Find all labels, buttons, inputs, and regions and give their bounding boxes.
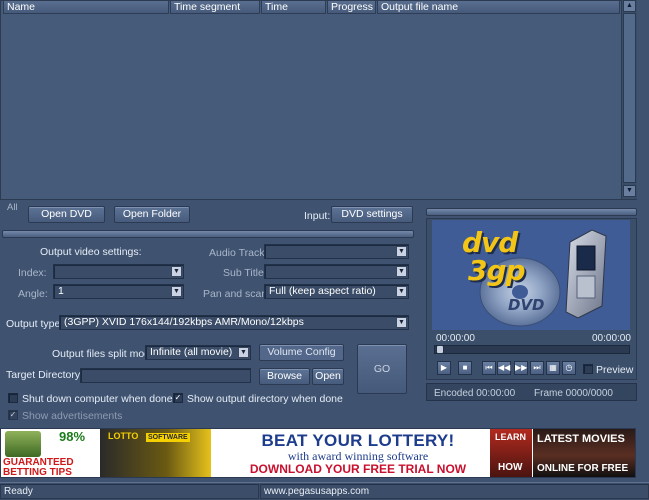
skip-start-icon[interactable]: ⏮: [482, 361, 496, 375]
ad-learn-line2: HOW: [498, 462, 523, 473]
go-button[interactable]: GO: [357, 344, 407, 394]
snapshot-icon[interactable]: ▦: [546, 361, 560, 375]
ad-lotto-software: SOFTWARE: [146, 433, 190, 442]
index-label: Index:: [18, 267, 47, 279]
ad-movies-line2: ONLINE FOR FREE: [537, 463, 629, 474]
angle-label: Angle:: [18, 288, 48, 300]
input-label: Input:: [304, 210, 331, 222]
chevron-down-icon[interactable]: ▼: [396, 266, 407, 277]
chevron-down-icon[interactable]: ▼: [171, 266, 182, 277]
show-output-dir-checkbox[interactable]: ✓: [173, 393, 183, 403]
seek-handle[interactable]: [436, 345, 444, 354]
frame-counter: Frame 0000/0000: [534, 388, 613, 399]
ad-betting-image: [5, 431, 41, 457]
stop-icon[interactable]: ■: [458, 361, 472, 375]
ad-betting-percent: 98%: [59, 429, 86, 444]
all-label: All: [7, 202, 18, 213]
target-directory-label: Target Directory:: [6, 369, 84, 381]
angle-select[interactable]: 1 ▼: [53, 284, 184, 299]
ad-lotto-brand: LOTTO: [108, 431, 139, 441]
clock-icon[interactable]: ◷: [562, 361, 576, 375]
column-header-time-segment[interactable]: Time segment: [170, 1, 260, 14]
output-type-label: Output type:: [6, 318, 64, 330]
open-directory-button[interactable]: Open: [312, 368, 344, 385]
fast-forward-icon[interactable]: ▶▶: [514, 361, 528, 375]
ad-betting-line2: BETTING TIPS: [3, 467, 72, 478]
skip-end-icon[interactable]: ⏭: [530, 361, 544, 375]
disc-label: DVD: [508, 296, 545, 314]
show-ads-label[interactable]: Show advertisements: [22, 410, 122, 422]
scroll-down-icon[interactable]: ▼: [623, 185, 636, 197]
audio-track-select[interactable]: ▼: [264, 244, 409, 259]
shutdown-checkbox[interactable]: [8, 393, 18, 403]
rewind-icon[interactable]: ◀◀: [497, 361, 511, 375]
status-bar: Ready www.pegasusapps.com: [0, 482, 649, 500]
output-video-settings-label: Output video settings:: [40, 246, 142, 258]
ad-lottery-headline: BEAT YOUR LOTTERY!: [261, 431, 455, 450]
shutdown-label[interactable]: Shut down computer when done: [22, 393, 173, 405]
preview-time-end: 00:00:00: [592, 333, 631, 344]
pan-scan-label: Pan and scan:: [203, 288, 271, 300]
browse-button[interactable]: Browse: [259, 368, 310, 385]
ad-movies-line1: LATEST MOVIES: [537, 433, 625, 445]
status-text: Ready: [0, 484, 259, 499]
chevron-down-icon[interactable]: ▼: [396, 317, 407, 328]
output-type-select[interactable]: (3GPP) XVID 176x144/192kbps AMR/Mono/12k…: [59, 315, 409, 330]
ad-betting-tips[interactable]: 98% GUARANTEED BETTING TIPS: [1, 429, 99, 477]
logo-3gp-text: 3gp: [468, 254, 526, 287]
preview-time-start: 00:00:00: [436, 333, 475, 344]
play-icon[interactable]: ▶: [437, 361, 451, 375]
column-header-progress[interactable]: Progress: [327, 1, 376, 14]
ad-learn-line1: LEARN: [495, 432, 526, 442]
pan-scan-select[interactable]: Full (keep aspect ratio) ▼: [264, 284, 409, 299]
ad-latest-movies[interactable]: LATEST MOVIES ONLINE FOR FREE: [533, 429, 635, 477]
chevron-down-icon[interactable]: ▼: [396, 286, 407, 297]
ad-learn-how[interactable]: LEARN HOW: [490, 429, 532, 477]
split-mode-select[interactable]: Infinite (all movie) ▼: [145, 345, 251, 360]
status-url[interactable]: www.pegasusapps.com: [260, 484, 649, 499]
target-directory-input[interactable]: [80, 368, 251, 383]
chevron-down-icon[interactable]: ▼: [238, 347, 249, 358]
chevron-down-icon[interactable]: ▼: [396, 246, 407, 257]
subtitle-select[interactable]: ▼: [264, 264, 409, 279]
preview-checkbox[interactable]: [583, 364, 593, 374]
column-header-output-file-name[interactable]: Output file name: [377, 1, 620, 14]
seek-bar[interactable]: [434, 345, 630, 354]
column-header-name[interactable]: Name: [3, 1, 169, 14]
scroll-up-icon[interactable]: ▲: [623, 0, 636, 12]
scroll-thumb[interactable]: [623, 13, 636, 183]
show-output-dir-label[interactable]: Show output directory when done: [187, 393, 343, 405]
dvd-settings-button[interactable]: DVD settings: [331, 206, 413, 223]
open-folder-button[interactable]: Open Folder: [114, 206, 190, 223]
file-list[interactable]: Name Time segment Time Progress Output f…: [0, 0, 637, 200]
preview-panel-header: [426, 208, 637, 216]
open-dvd-button[interactable]: Open DVD: [28, 206, 105, 223]
show-ads-checkbox[interactable]: ✓: [8, 410, 18, 420]
preview-label[interactable]: Preview: [596, 364, 633, 376]
subtitle-label: Sub Title:: [223, 267, 267, 279]
split-mode-label: Output files split mode:: [52, 348, 159, 360]
ad-banner[interactable]: 98% GUARANTEED BETTING TIPS LOTTO SOFTWA…: [0, 428, 636, 478]
chevron-down-icon[interactable]: ▼: [171, 286, 182, 297]
volume-config-button[interactable]: Volume Config: [259, 344, 344, 361]
audio-track-label: Audio Track:: [209, 247, 268, 259]
preview-screen: dvd 3gp DVD: [432, 220, 630, 330]
settings-panel-header: [2, 230, 414, 238]
ad-lotto-image: LOTTO SOFTWARE: [100, 429, 211, 477]
ad-lottery-cta[interactable]: DOWNLOAD YOUR FREE TRIAL NOW: [233, 462, 483, 476]
index-select[interactable]: ▼: [53, 264, 184, 279]
column-header-time[interactable]: Time: [261, 1, 326, 14]
encoded-time: Encoded 00:00:00: [434, 388, 516, 399]
file-list-scrollbar[interactable]: ▲ ▼: [621, 0, 637, 199]
